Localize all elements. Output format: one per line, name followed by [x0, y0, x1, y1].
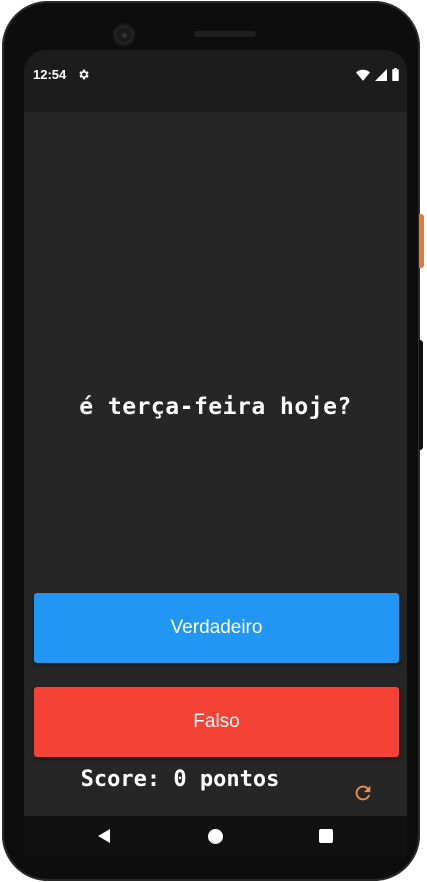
status-icons	[356, 68, 399, 81]
recents-icon[interactable]	[319, 829, 333, 843]
volume-button	[419, 340, 423, 450]
true-button[interactable]: Verdadeiro	[34, 593, 399, 663]
signal-icon	[375, 68, 387, 81]
gear-icon	[79, 69, 89, 80]
status-time: 12:54	[33, 67, 67, 82]
false-button[interactable]: Falso	[34, 687, 399, 757]
app-screen: 12:54 é terça-feira hoje? Verdadeiro Fal…	[24, 50, 407, 856]
back-icon[interactable]	[96, 828, 112, 844]
question-text: é terça-feira hoje?	[79, 394, 352, 420]
score-text: Score: 0 pontos	[80, 767, 280, 792]
power-button	[419, 214, 424, 268]
phone-frame: 12:54 é terça-feira hoje? Verdadeiro Fal…	[2, 1, 420, 881]
front-camera	[114, 25, 134, 45]
wifi-icon	[356, 69, 370, 81]
home-icon[interactable]	[208, 829, 223, 844]
top-bezel	[2, 1, 420, 51]
quiz-content: é terça-feira hoje? Verdadeiro Falso Sco…	[24, 112, 407, 812]
navigation-bar	[24, 816, 407, 856]
earpiece-speaker	[194, 31, 256, 37]
status-bar: 12:54	[24, 50, 407, 112]
battery-icon	[392, 68, 399, 81]
refresh-icon[interactable]	[352, 782, 374, 804]
